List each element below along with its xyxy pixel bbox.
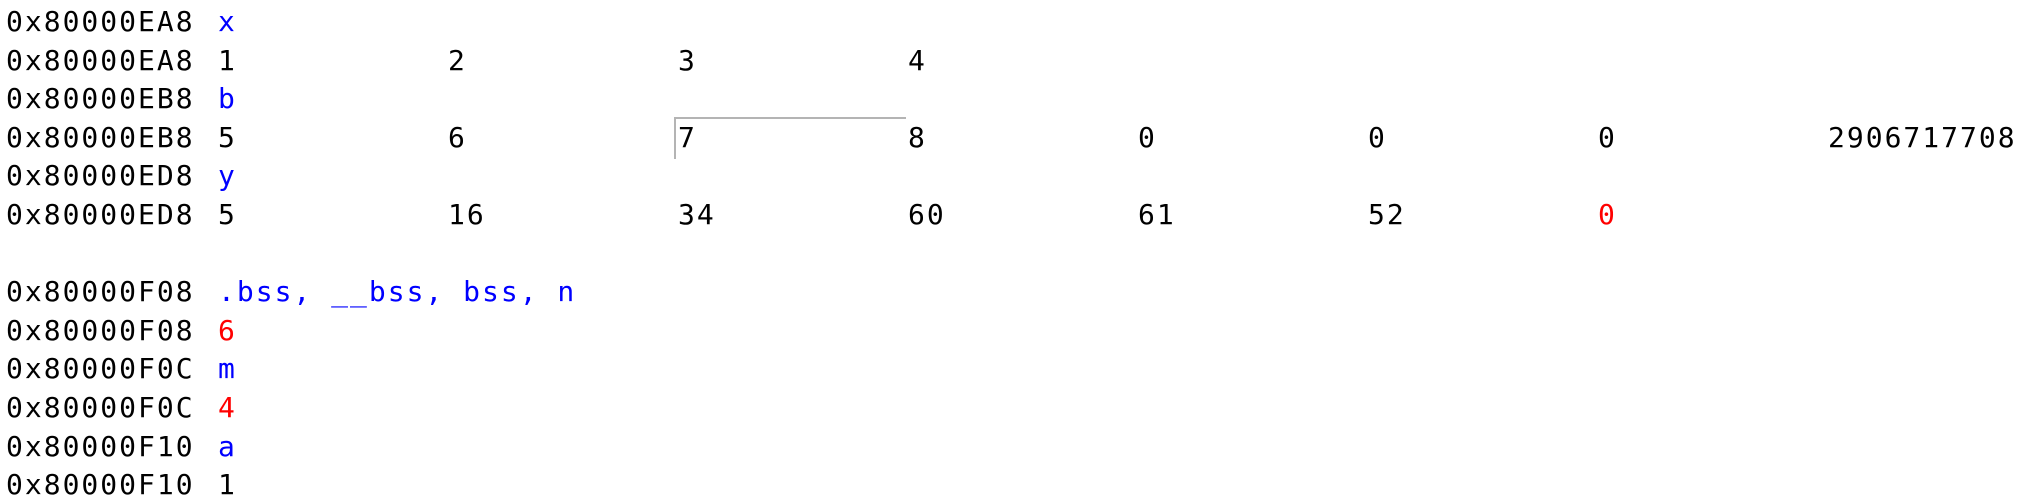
blank-row xyxy=(0,235,2036,273)
address: 0x80000EB8 xyxy=(6,120,195,154)
memory-value[interactable]: 61 xyxy=(1138,196,1176,234)
memory-symbol-row: 0x80000F10 a xyxy=(0,428,2036,466)
memory-value[interactable]: 6 xyxy=(218,312,237,350)
memory-value[interactable]: 0 xyxy=(1598,196,1617,234)
memory-value[interactable]: 1 xyxy=(218,466,237,504)
address: 0x80000F0C xyxy=(6,352,195,386)
memory-value[interactable]: 8 xyxy=(908,119,927,157)
memory-value[interactable]: 52 xyxy=(1368,196,1406,234)
memory-value[interactable]: 60 xyxy=(908,196,946,234)
memory-value[interactable]: 0 xyxy=(1598,119,1617,157)
memory-symbol-row: 0x80000F08 .bss, __bss, bss, n xyxy=(0,273,2036,311)
memory-value[interactable]: 2 xyxy=(448,42,467,80)
address: 0x80000ED8 xyxy=(6,159,195,193)
memory-value[interactable]: 6 xyxy=(448,119,467,157)
memory-symbol-row: 0x80000F0C m xyxy=(0,350,2036,388)
symbol-name: a xyxy=(218,429,237,463)
selected-cell-outline xyxy=(674,116,906,159)
memory-value[interactable]: 3 xyxy=(678,42,697,80)
symbol-name: .bss, __bss, bss, n xyxy=(218,275,577,309)
symbol-name: y xyxy=(218,159,237,193)
memory-value[interactable]: 1 xyxy=(218,42,237,80)
address: 0x80000EB8 xyxy=(6,82,195,116)
memory-value[interactable]: 5 xyxy=(218,119,237,157)
memory-value-row: 0x80000F10 1 xyxy=(0,466,2036,504)
address: 0x80000ED8 xyxy=(6,198,195,231)
memory-symbol-row: 0x80000EA8 x xyxy=(0,3,2036,41)
memory-value-row: 0x80000EA8 1 2 3 4 xyxy=(0,42,2036,80)
memory-value[interactable]: 0 xyxy=(1138,119,1157,157)
symbol-name: m xyxy=(218,352,237,386)
address: 0x80000F08 xyxy=(6,275,195,309)
symbol-name: b xyxy=(218,82,237,116)
memory-symbol-row: 0x80000ED8 y xyxy=(0,157,2036,195)
memory-value-row: 0x80000EB8 5 6 7 8 0 0 0 2906717708 xyxy=(0,116,2036,159)
memory-symbol-row: 0x80000EB8 b xyxy=(0,80,2036,118)
memory-value[interactable]: 4 xyxy=(908,42,927,80)
memory-value[interactable]: 4 xyxy=(218,389,237,427)
memory-value[interactable]: 0 xyxy=(1368,119,1387,157)
address: 0x80000F0C xyxy=(6,391,195,424)
memory-value[interactable]: 34 xyxy=(678,196,716,234)
address: 0x80000F08 xyxy=(6,313,195,347)
address: 0x80000F10 xyxy=(6,468,195,502)
memory-value-row: 0x80000F08 6 xyxy=(0,312,2036,350)
address: 0x80000EA8 xyxy=(6,43,195,77)
memory-value[interactable]: 2906717708 xyxy=(1828,119,2017,157)
memory-value[interactable]: 16 xyxy=(448,196,486,234)
address: 0x80000EA8 xyxy=(6,5,195,38)
symbol-name: x xyxy=(218,5,237,38)
address: 0x80000F10 xyxy=(6,429,195,463)
memory-value[interactable]: 5 xyxy=(218,196,237,234)
memory-value-row: 0x80000ED8 5 16 34 60 61 52 0 xyxy=(0,196,2036,234)
memory-value-row: 0x80000F0C 4 xyxy=(0,389,2036,427)
